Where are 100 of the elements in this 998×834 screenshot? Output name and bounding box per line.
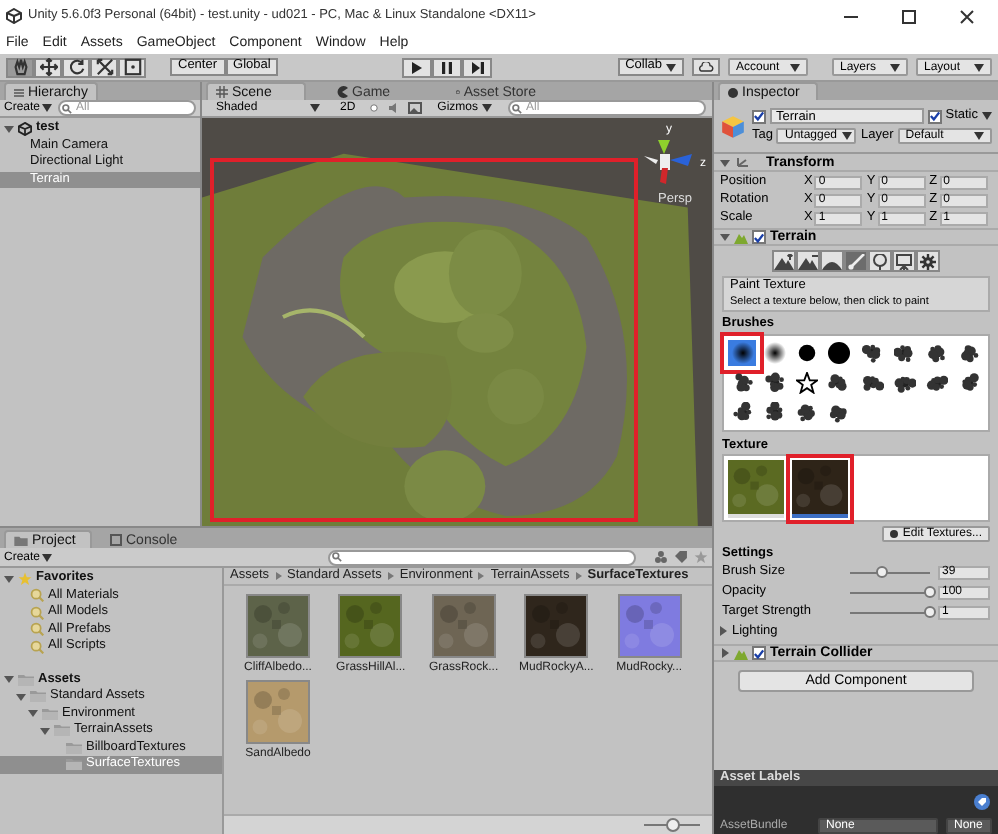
slider-thumb[interactable] bbox=[924, 586, 936, 598]
tag-icon[interactable] bbox=[974, 793, 990, 809]
chevron-icon bbox=[478, 572, 485, 580]
brush-swatch[interactable] bbox=[728, 339, 757, 365]
enabled-checkbox[interactable] bbox=[752, 230, 766, 244]
dot-icon bbox=[890, 530, 899, 538]
terrain-tool-button[interactable] bbox=[844, 250, 868, 272]
search-field[interactable] bbox=[328, 549, 637, 565]
star-icon bbox=[18, 571, 32, 586]
brush-icon bbox=[846, 253, 866, 269]
folder-icon bbox=[18, 673, 34, 686]
cube-icon bbox=[720, 113, 746, 139]
step-icon bbox=[471, 61, 484, 73]
tool-button[interactable] bbox=[90, 57, 118, 77]
tool-button[interactable] bbox=[34, 57, 62, 77]
collapsed-arrow-icon[interactable] bbox=[720, 648, 730, 658]
static-checkbox[interactable] bbox=[927, 109, 942, 123]
terrain-tool-button[interactable] bbox=[772, 250, 796, 272]
tree-icon bbox=[870, 253, 890, 269]
pause-button[interactable] bbox=[432, 57, 463, 77]
splatter-brush-icon bbox=[926, 371, 949, 393]
folder-icon bbox=[42, 707, 58, 720]
slider-thumb[interactable] bbox=[924, 606, 936, 618]
terrain-icon bbox=[734, 231, 748, 243]
caret-icon bbox=[666, 63, 676, 71]
splatter-brush-icon bbox=[893, 371, 916, 393]
caret-icon bbox=[310, 104, 320, 112]
chevron-icon bbox=[575, 572, 582, 580]
expanded-arrow-icon[interactable] bbox=[4, 674, 14, 685]
rect-tool-icon bbox=[123, 58, 141, 76]
search-icon bbox=[332, 552, 343, 562]
caret-icon bbox=[982, 112, 992, 120]
collapsed-arrow-icon[interactable] bbox=[718, 626, 728, 637]
mountain-icon bbox=[798, 253, 818, 269]
splatter-brush-icon bbox=[958, 341, 981, 363]
folder-icon bbox=[30, 690, 46, 703]
grid-icon bbox=[216, 86, 228, 98]
splatter-brush-icon bbox=[828, 401, 851, 423]
mountain-icon bbox=[774, 253, 794, 269]
splatter-brush-icon bbox=[731, 371, 754, 393]
splatter-brush-icon bbox=[926, 341, 949, 363]
search-icon bbox=[62, 103, 73, 113]
expanded-arrow-icon[interactable] bbox=[4, 123, 14, 134]
expanded-arrow-icon[interactable] bbox=[720, 157, 730, 167]
expanded-arrow-icon[interactable] bbox=[4, 573, 14, 584]
star-icon[interactable] bbox=[694, 550, 708, 564]
brush-swatch[interactable] bbox=[728, 399, 757, 425]
list-icon bbox=[14, 87, 24, 97]
expanded-arrow-icon[interactable] bbox=[28, 708, 38, 719]
maximize-icon bbox=[901, 9, 915, 23]
brush-swatch[interactable] bbox=[955, 339, 984, 365]
brush-swatch[interactable] bbox=[760, 339, 789, 365]
splatter-brush-icon bbox=[861, 371, 884, 393]
rotate-icon bbox=[67, 58, 85, 76]
axis-gizmo-icon[interactable] bbox=[640, 138, 696, 186]
enabled-checkbox[interactable] bbox=[752, 646, 766, 660]
tool-button[interactable] bbox=[118, 57, 146, 77]
splatter-brush-icon bbox=[796, 401, 819, 423]
caret-icon bbox=[790, 63, 800, 71]
slider-thumb[interactable] bbox=[876, 566, 888, 578]
splatter-brush-icon bbox=[731, 401, 754, 423]
terrain-tool-button[interactable] bbox=[892, 250, 916, 272]
terrain-tool-button[interactable] bbox=[820, 250, 844, 272]
search-icon bbox=[512, 103, 523, 113]
cloud-button[interactable] bbox=[692, 58, 720, 76]
unity-logo-icon bbox=[6, 8, 22, 24]
gear-icon bbox=[918, 253, 938, 269]
slider-thumb[interactable] bbox=[665, 818, 679, 832]
brush-swatch[interactable] bbox=[825, 339, 854, 365]
terrain-icon bbox=[734, 647, 748, 659]
unity-scene-icon bbox=[18, 121, 32, 136]
splatter-brush-icon bbox=[763, 371, 786, 393]
terrain-tool-button[interactable] bbox=[916, 250, 940, 272]
splatter-brush-icon bbox=[828, 371, 851, 393]
play-button[interactable] bbox=[402, 57, 433, 77]
soft-brush-icon bbox=[731, 341, 754, 363]
expanded-arrow-icon[interactable] bbox=[16, 691, 26, 702]
active-checkbox[interactable] bbox=[752, 109, 766, 123]
terrain-tool-button[interactable] bbox=[796, 250, 820, 272]
expanded-arrow-icon[interactable] bbox=[40, 725, 50, 736]
tool-button[interactable] bbox=[6, 57, 34, 77]
minimize-icon bbox=[843, 15, 857, 17]
move-icon bbox=[39, 58, 57, 76]
caret-icon bbox=[42, 104, 53, 112]
info-icon bbox=[728, 87, 738, 97]
chevron-icon bbox=[387, 572, 394, 580]
image-icon[interactable] bbox=[407, 102, 422, 114]
sun-icon[interactable] bbox=[367, 102, 380, 114]
star-brush-icon bbox=[796, 371, 819, 393]
caret-icon bbox=[890, 63, 900, 71]
scale-icon bbox=[95, 58, 113, 76]
soft-brush-icon bbox=[763, 341, 786, 363]
brush-swatch[interactable] bbox=[760, 369, 789, 395]
filter-icon[interactable] bbox=[654, 550, 669, 564]
play-icon bbox=[412, 61, 423, 73]
brush-swatch[interactable] bbox=[793, 369, 822, 395]
expanded-arrow-icon[interactable] bbox=[720, 232, 730, 242]
terrain-tool-button[interactable] bbox=[868, 250, 892, 272]
step-button[interactable] bbox=[462, 57, 493, 77]
tool-button[interactable] bbox=[62, 57, 90, 77]
